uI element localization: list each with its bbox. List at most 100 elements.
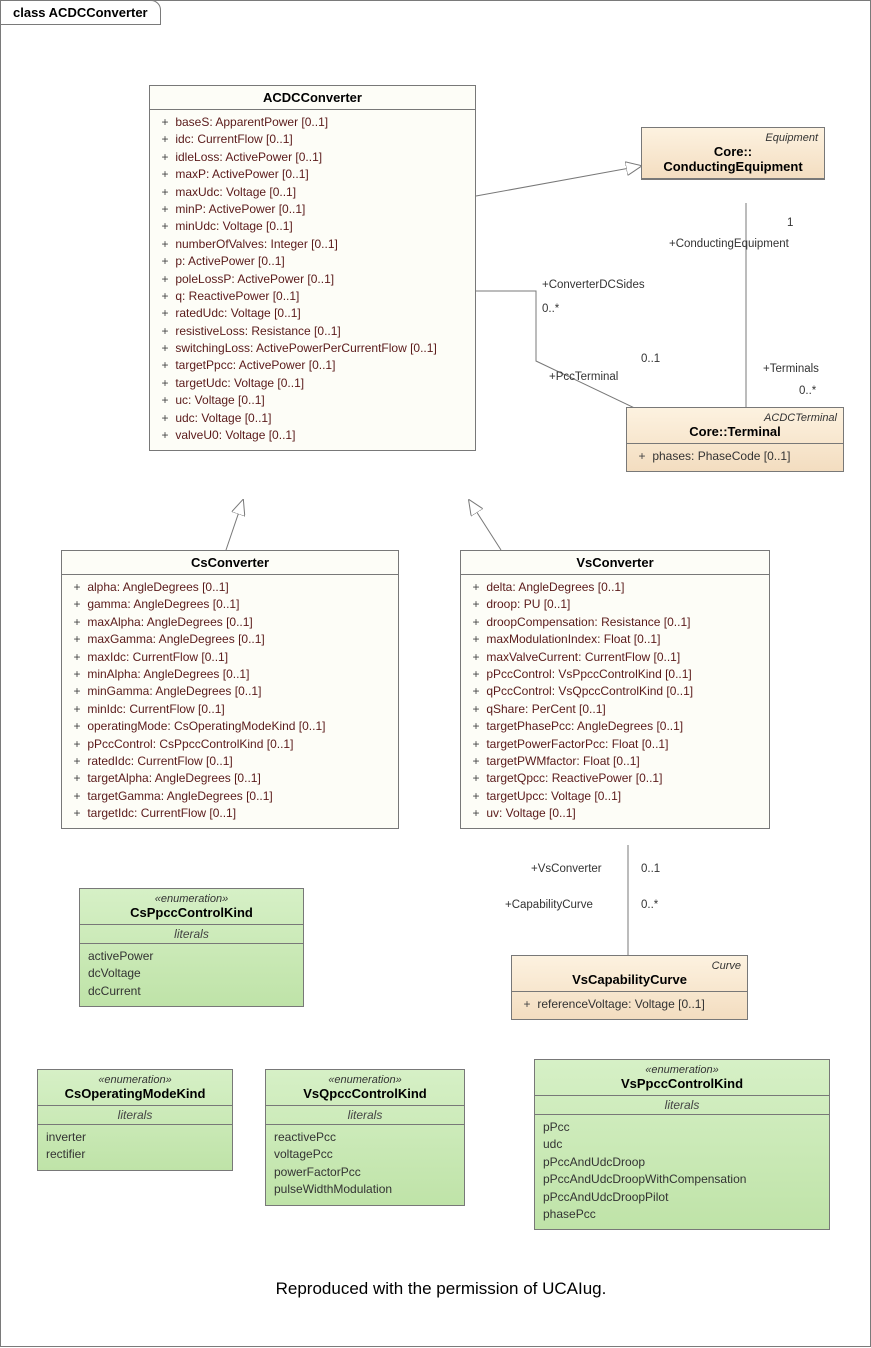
attribute-row: + maxAlpha: AngleDegrees [0..1] [70, 614, 390, 631]
literal-row: dcCurrent [88, 983, 295, 1000]
stereotype: «enumeration» [86, 893, 297, 905]
attribute-row: + ratedUdc: Voltage [0..1] [158, 305, 467, 322]
class-vscapabilitycurve: Curve VsCapabilityCurve + referenceVolta… [511, 955, 748, 1020]
assoc-label-conductingequipment: +ConductingEquipment [669, 238, 789, 250]
assoc-label-vsconverter: +VsConverter [531, 863, 602, 875]
literals-label: literals [80, 925, 303, 944]
assoc-mult-vsconverter: 0..1 [641, 863, 660, 875]
attribute-row: + targetPpcc: ActivePower [0..1] [158, 357, 467, 374]
enum-vsqpcccontrolkind: «enumeration» VsQpccControlKind literals… [265, 1069, 465, 1206]
stereotype: ACDCTerminal [633, 412, 837, 424]
diagram-title: class ACDCConverter [13, 5, 148, 20]
attribute-row: + pPccControl: VsPpccControlKind [0..1] [469, 666, 761, 683]
class-name: ACDCConverter [156, 90, 469, 105]
attr-list: + alpha: AngleDegrees [0..1]+ gamma: Ang… [62, 575, 398, 828]
stereotype: «enumeration» [541, 1064, 823, 1076]
attribute-row: + switchingLoss: ActivePowerPerCurrentFl… [158, 340, 467, 357]
literals-label: literals [266, 1106, 464, 1125]
attribute-row: + maxUdc: Voltage [0..1] [158, 184, 467, 201]
class-terminal: ACDCTerminal Core::Terminal + phases: Ph… [626, 407, 844, 472]
attribute-row: + maxIdc: CurrentFlow [0..1] [70, 649, 390, 666]
attribute-row: + resistiveLoss: Resistance [0..1] [158, 323, 467, 340]
attr-list: + baseS: ApparentPower [0..1]+ idc: Curr… [150, 110, 475, 450]
class-csconverter: CsConverter + alpha: AngleDegrees [0..1]… [61, 550, 399, 829]
enum-header: «enumeration» CsOperatingModeKind [38, 1070, 232, 1106]
attribute-row: + qPccControl: VsQpccControlKind [0..1] [469, 683, 761, 700]
attribute-row: + ratedIdc: CurrentFlow [0..1] [70, 753, 390, 770]
attr-list: + referenceVoltage: Voltage [0..1] [512, 992, 747, 1019]
enum-vsppcccontrolkind: «enumeration» VsPpccControlKind literals… [534, 1059, 830, 1230]
literals-label: literals [38, 1106, 232, 1125]
attribute-row: + p: ActivePower [0..1] [158, 253, 467, 270]
class-vsconverter: VsConverter + delta: AngleDegrees [0..1]… [460, 550, 770, 829]
attribute-row: + udc: Voltage [0..1] [158, 410, 467, 427]
attribute-row: + targetGamma: AngleDegrees [0..1] [70, 788, 390, 805]
attribute-row: + targetPWMfactor: Float [0..1] [469, 753, 761, 770]
attribute-row: + maxP: ActivePower [0..1] [158, 166, 467, 183]
assoc-label-pccterminal: +PccTerminal [549, 371, 618, 383]
enum-header: «enumeration» VsQpccControlKind [266, 1070, 464, 1106]
attribute-row: + idleLoss: ActivePower [0..1] [158, 149, 467, 166]
attribute-row: + targetAlpha: AngleDegrees [0..1] [70, 770, 390, 787]
attribute-row: + targetPhasePcc: AngleDegrees [0..1] [469, 718, 761, 735]
attribute-row: + numberOfValves: Integer [0..1] [158, 236, 467, 253]
class-header: ACDCTerminal Core::Terminal [627, 408, 843, 444]
class-header: VsConverter [461, 551, 769, 575]
literal-row: rectifier [46, 1146, 224, 1163]
literal-row: activePower [88, 948, 295, 965]
literal-row: powerFactorPcc [274, 1164, 456, 1181]
class-acdcconverter: ACDCConverter + baseS: ApparentPower [0.… [149, 85, 476, 451]
attribute-row: + poleLossP: ActivePower [0..1] [158, 271, 467, 288]
attribute-row: + qShare: PerCent [0..1] [469, 701, 761, 718]
literal-row: phasePcc [543, 1206, 821, 1223]
enum-csppcccontrolkind: «enumeration» CsPpccControlKind literals… [79, 888, 304, 1007]
attribute-row: + valveU0: Voltage [0..1] [158, 427, 467, 444]
attribute-row: + maxGamma: AngleDegrees [0..1] [70, 631, 390, 648]
stereotype: Equipment [648, 132, 818, 144]
attribute-row: + minAlpha: AngleDegrees [0..1] [70, 666, 390, 683]
attribute-row: + targetIdc: CurrentFlow [0..1] [70, 805, 390, 822]
literal-row: inverter [46, 1129, 224, 1146]
attribute-row: + q: ReactivePower [0..1] [158, 288, 467, 305]
literals-list: inverterrectifier [38, 1125, 232, 1170]
attribute-row: + droopCompensation: Resistance [0..1] [469, 614, 761, 631]
attr-list: + delta: AngleDegrees [0..1]+ droop: PU … [461, 575, 769, 828]
attribute-row: + minUdc: Voltage [0..1] [158, 218, 467, 235]
attribute-row: + referenceVoltage: Voltage [0..1] [520, 996, 739, 1013]
attribute-row: + minGamma: AngleDegrees [0..1] [70, 683, 390, 700]
attribute-row: + targetUdc: Voltage [0..1] [158, 375, 467, 392]
assoc-label-converterdcsides: +ConverterDCSides [542, 279, 645, 291]
attribute-row: + targetUpcc: Voltage [0..1] [469, 788, 761, 805]
literal-row: reactivePcc [274, 1129, 456, 1146]
attribute-row: + idc: CurrentFlow [0..1] [158, 131, 467, 148]
assoc-mult-terminals: 0..* [799, 385, 816, 397]
attr-list: + phases: PhaseCode [0..1] [627, 444, 843, 471]
attribute-row: + droop: PU [0..1] [469, 596, 761, 613]
attribute-row: + phases: PhaseCode [0..1] [635, 448, 835, 465]
literal-row: voltagePcc [274, 1146, 456, 1163]
attribute-row: + baseS: ApparentPower [0..1] [158, 114, 467, 131]
enum-csoperatingmodekind: «enumeration» CsOperatingModeKind litera… [37, 1069, 233, 1171]
assoc-label-terminals: +Terminals [763, 363, 819, 375]
attribute-row: + targetPowerFactorPcc: Float [0..1] [469, 736, 761, 753]
class-header: Equipment Core:: ConductingEquipment [642, 128, 824, 179]
attribute-row: + minIdc: CurrentFlow [0..1] [70, 701, 390, 718]
assoc-mult-pccterminal: 0..1 [641, 353, 660, 365]
enum-header: «enumeration» CsPpccControlKind [80, 889, 303, 925]
literal-row: pPccAndUdcDroopPilot [543, 1189, 821, 1206]
assoc-mult-capabilitycurve: 0..* [641, 899, 658, 911]
stereotype: Curve [518, 960, 741, 972]
enum-header: «enumeration» VsPpccControlKind [535, 1060, 829, 1096]
enum-name: CsOperatingModeKind [44, 1086, 226, 1101]
class-name: Core::Terminal [633, 424, 837, 439]
enum-name: VsQpccControlKind [272, 1086, 458, 1101]
attribute-row: + minP: ActivePower [0..1] [158, 201, 467, 218]
literal-row: dcVoltage [88, 965, 295, 982]
class-header: Curve VsCapabilityCurve [512, 956, 747, 992]
attribute-row: + uc: Voltage [0..1] [158, 392, 467, 409]
attribute-row: + gamma: AngleDegrees [0..1] [70, 596, 390, 613]
class-name: VsConverter [467, 555, 763, 570]
literals-list: activePowerdcVoltagedcCurrent [80, 944, 303, 1006]
class-name: Core:: ConductingEquipment [648, 144, 818, 174]
class-name: VsCapabilityCurve [518, 972, 741, 987]
